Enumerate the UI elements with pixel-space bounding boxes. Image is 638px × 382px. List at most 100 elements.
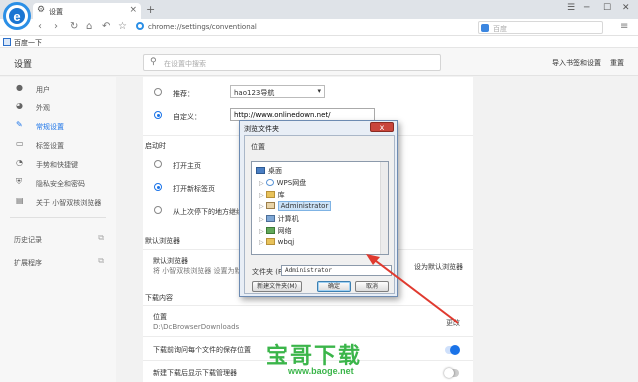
undo-icon[interactable]: ↶ — [102, 21, 110, 32]
arrow-shaft — [371, 257, 459, 324]
tree-node-administrator[interactable]: ▷ Administrator — [259, 201, 332, 211]
star-icon[interactable]: ☆ — [118, 21, 127, 32]
sidebar-item-about[interactable]: ▤ 关于 小智双核浏览器 — [0, 193, 116, 211]
cloud-drive-icon — [265, 179, 274, 186]
sidebar-item-label: 手势和快捷键 — [36, 161, 78, 169]
bookmark-icon — [3, 38, 11, 46]
recommend-select[interactable]: hao123导航 ▾ — [230, 85, 325, 98]
sidebar-item-gestures[interactable]: ◔ 手势和快捷键 — [0, 155, 116, 173]
sidebar: ● 用户 ◕ 外观 ✎ 常规设置 ▭ 标签设置 ◔ 手势和快捷键 ⛨ 隐私安全和… — [0, 77, 116, 382]
gear-icon: ⚙ — [37, 5, 46, 15]
expand-icon[interactable]: ▷ — [259, 192, 264, 199]
browser-logo: e — [3, 2, 31, 30]
palette-icon: ◕ — [16, 101, 23, 110]
sidebar-item-label: 扩展程序 — [14, 259, 42, 267]
tab-settings[interactable]: ⚙ 设置 × — [33, 3, 141, 19]
dialog-close-button[interactable]: x — [370, 122, 394, 132]
startup-continue-radio[interactable] — [154, 206, 162, 214]
ok-button[interactable]: 确定 — [317, 281, 351, 292]
home-icon[interactable]: ⌂ — [86, 21, 92, 32]
bookmark-item[interactable]: 百度一下 — [14, 38, 42, 48]
user-folder-icon — [265, 202, 275, 209]
downloads-header: 下载内容 — [145, 294, 173, 302]
folder-input-value: Administrator — [285, 267, 332, 274]
shield-icon: ⛨ — [16, 177, 22, 186]
startup-option: 从上次停下的地方继续 — [173, 208, 243, 216]
menu-icon[interactable]: ☰ — [567, 3, 575, 13]
default-browser-title: 默认浏览器 — [153, 257, 188, 265]
tree-node-wps[interactable]: ▷ WPS网盘 — [259, 178, 306, 188]
homepage-recommend-radio[interactable] — [154, 88, 162, 96]
expand-icon[interactable]: ▷ — [259, 239, 264, 246]
sidebar-item-tabs[interactable]: ▭ 标签设置 — [0, 136, 116, 154]
show-download-manager-toggle[interactable] — [444, 368, 459, 378]
library-icon — [265, 191, 275, 198]
folder-icon — [265, 238, 275, 245]
watermark: 宝哥下载 www.baoge.net — [266, 338, 376, 378]
external-link-icon: ⧉ — [98, 256, 104, 265]
dialog-location-label: 位置 — [251, 143, 265, 151]
baidu-icon — [481, 24, 489, 32]
close-window-button[interactable]: ✕ — [622, 3, 630, 13]
startup-option: 打开新标签页 — [173, 185, 215, 193]
sidebar-divider — [10, 217, 106, 218]
show-download-manager-label: 新建下载后显示下载管理器 — [153, 369, 237, 377]
page-title: 设置 — [14, 60, 33, 70]
back-icon[interactable]: ‹ — [38, 21, 42, 32]
tab-title: 设置 — [49, 8, 63, 16]
user-icon: ● — [16, 83, 23, 92]
ask-save-location-toggle[interactable] — [445, 345, 460, 355]
expand-icon[interactable]: ▷ — [259, 216, 264, 223]
sidebar-item-user[interactable]: ● 用户 — [0, 80, 116, 98]
reset-button[interactable]: 重置 — [610, 58, 624, 68]
dialog-title: 浏览文件夹 — [244, 125, 279, 133]
tree-node-network[interactable]: ▷ 网络 — [259, 226, 292, 236]
chrome-icon — [136, 22, 144, 30]
download-location-value: D:\DcBrowserDownloads — [153, 323, 240, 331]
forward-icon[interactable]: › — [54, 21, 58, 32]
minimize-button[interactable]: ─ — [584, 3, 589, 13]
maximize-button[interactable]: ☐ — [603, 3, 611, 13]
computer-icon — [265, 215, 275, 222]
default-browser-header: 默认浏览器 — [145, 237, 180, 245]
search-icon: ⚲ — [150, 57, 157, 67]
sidebar-item-extensions[interactable]: 扩展程序 ⧉ — [0, 253, 116, 271]
recommend-label: 推荐： — [173, 90, 194, 98]
startup-newtab-radio[interactable] — [154, 183, 162, 191]
startup-home-radio[interactable] — [154, 160, 162, 168]
sidebar-item-label: 外观 — [36, 104, 50, 112]
refresh-icon[interactable]: ↻ — [70, 21, 78, 32]
sidebar-item-history[interactable]: 历史记录 ⧉ — [0, 230, 116, 248]
sidebar-item-privacy[interactable]: ⛨ 隐私安全和密码 — [0, 174, 116, 192]
startup-option: 打开主页 — [173, 162, 201, 170]
folder-tree[interactable]: 桌面 ▷ WPS网盘 ▷ 库 ▷ Administrator ▷ 计算机 ▷ 网络 ▷ wb… — [251, 161, 389, 255]
custom-homepage-value: http://www.onlinedown.net/ — [234, 111, 331, 119]
tree-node-wbqj[interactable]: ▷ wbqj — [259, 238, 294, 246]
sidebar-item-label: 隐私安全和密码 — [36, 180, 85, 188]
new-folder-button[interactable]: 新建文件夹(M) — [252, 281, 302, 292]
address-bar[interactable]: chrome://settings/conventional — [133, 21, 473, 34]
new-tab-button[interactable]: + — [146, 3, 155, 16]
desktop-icon — [256, 167, 265, 174]
sidebar-item-appearance[interactable]: ◕ 外观 — [0, 98, 116, 116]
tree-node-desktop[interactable]: 桌面 — [256, 166, 282, 176]
tree-node-computer[interactable]: ▷ 计算机 — [259, 214, 299, 224]
expand-icon[interactable]: ▷ — [259, 228, 264, 235]
sidebar-item-general[interactable]: ✎ 常规设置 — [0, 117, 116, 135]
tree-scrollbar[interactable] — [380, 162, 388, 254]
startup-header: 启动时 — [145, 142, 166, 150]
external-link-icon: ⧉ — [98, 233, 104, 242]
sidebar-item-label: 标签设置 — [36, 142, 64, 150]
divider — [143, 336, 473, 337]
network-icon — [265, 227, 275, 234]
expand-icon[interactable]: ▷ — [259, 203, 264, 210]
settings-search-input[interactable]: ⚲ 在设置中搜索 — [143, 54, 441, 71]
expand-icon[interactable]: ▷ — [259, 180, 264, 187]
search-box[interactable]: 百度 — [478, 21, 603, 34]
tab-close-icon[interactable]: × — [129, 5, 137, 15]
homepage-custom-radio[interactable] — [154, 111, 162, 119]
more-menu-icon[interactable]: ≡ — [620, 21, 628, 32]
import-bookmarks-button[interactable]: 导入书签和设置 — [552, 58, 601, 68]
tree-node-library[interactable]: ▷ 库 — [259, 190, 285, 200]
chevron-down-icon: ▾ — [317, 87, 321, 95]
